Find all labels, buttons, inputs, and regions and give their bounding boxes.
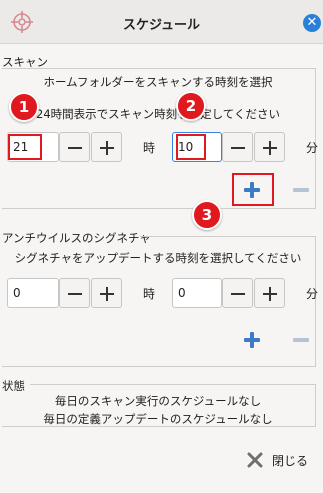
divider: [2, 366, 316, 367]
signature-hour-unit: 時: [143, 287, 156, 301]
status-section-title: 状態: [2, 379, 25, 393]
annotation-badge-3: 3: [192, 200, 222, 230]
divider: [2, 68, 316, 69]
close-button[interactable]: 閉じる: [240, 445, 312, 475]
divider: [2, 208, 316, 209]
signature-remove-schedule-button[interactable]: [293, 338, 309, 342]
signature-minute-input[interactable]: 0: [172, 278, 222, 308]
status-scan-line: 毎日のスキャン実行のスケジュールなし: [54, 394, 262, 408]
highlight-hour-box: [8, 134, 42, 160]
annotation-badge-1: 1: [9, 92, 39, 122]
signature-minute-increment-button[interactable]: [254, 278, 285, 308]
minus-icon: [231, 293, 245, 295]
divider: [30, 384, 316, 385]
annotation-badge-2: 2: [176, 91, 206, 121]
signature-hour-input[interactable]: 0: [7, 278, 59, 308]
scan-minute-unit: 分: [306, 141, 319, 155]
minus-icon: [68, 293, 82, 295]
signature-add-schedule-button[interactable]: [244, 332, 260, 348]
window-title: スケジュール: [122, 18, 201, 33]
signature-instruction: シグネチャをアップデートする時刻を選択してください: [14, 251, 302, 265]
signature-minute-decrement-button[interactable]: [222, 278, 253, 308]
status-update-line: 毎日の定義アップデートのスケジュールなし: [43, 412, 273, 426]
divider: [2, 426, 316, 427]
minus-icon: [68, 147, 82, 149]
title-bar: スケジュール ✕: [0, 0, 323, 44]
scan-24h-note: 24時間表示でスキャン時刻を指定してください: [36, 107, 280, 121]
scan-hour-unit: 時: [143, 141, 156, 155]
scan-remove-schedule-button[interactable]: [293, 188, 309, 192]
signature-hour-decrement-button[interactable]: [59, 278, 90, 308]
scan-hour-increment-button[interactable]: [91, 132, 122, 162]
signature-hour-increment-button[interactable]: [91, 278, 122, 308]
scan-instruction: ホームフォルダーをスキャンする時刻を選択: [43, 75, 273, 89]
divider: [140, 236, 316, 237]
signature-section-title: アンチウイルスのシグネチャ: [2, 231, 151, 245]
scan-minute-decrement-button[interactable]: [222, 132, 253, 162]
close-icon[interactable]: ✕: [303, 14, 321, 32]
highlight-add-box: [232, 173, 274, 206]
scan-hour-decrement-button[interactable]: [59, 132, 90, 162]
x-icon: [247, 452, 263, 468]
scan-minute-increment-button[interactable]: [254, 132, 285, 162]
close-button-label: 閉じる: [272, 454, 309, 468]
minus-icon: [231, 147, 245, 149]
highlight-minute-box: [176, 134, 206, 160]
signature-minute-unit: 分: [306, 287, 319, 301]
